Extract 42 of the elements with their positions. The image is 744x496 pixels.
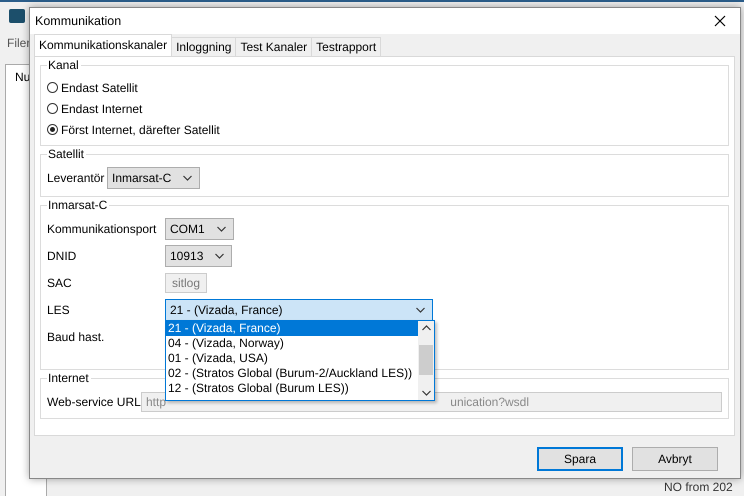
chevron-down-icon bbox=[422, 390, 430, 396]
scrollbar-thumb[interactable] bbox=[419, 345, 433, 375]
field-label: Baud hast. bbox=[47, 330, 106, 344]
dropdown-option[interactable]: 01 - (Vizada, USA) bbox=[166, 350, 418, 366]
tab[interactable]: Kommunikationskanaler bbox=[34, 34, 172, 56]
dropdown-option[interactable]: 21 - (Vizada, France) bbox=[166, 320, 418, 336]
app-logo-icon bbox=[9, 9, 25, 23]
radio-label[interactable]: Först Internet, därefter Satellit bbox=[61, 122, 220, 136]
chevron-down-icon bbox=[183, 174, 192, 180]
dropdown[interactable]: 10913 bbox=[165, 244, 232, 266]
chevron-down-icon bbox=[215, 252, 224, 258]
dropdown-option[interactable]: 04 - (Vizada, Norway) bbox=[166, 336, 418, 350]
dropdown-option[interactable]: 02 - (Stratos Global (Burum-2/Auckland LES)) bbox=[166, 366, 418, 380]
radio-label[interactable]: Endast Internet bbox=[61, 102, 142, 116]
chevron-up-icon bbox=[422, 324, 430, 330]
dropdown[interactable]: COM1 bbox=[165, 218, 234, 240]
tab[interactable]: Testrapport bbox=[311, 37, 382, 56]
group-title: Kanal bbox=[47, 58, 81, 72]
field-label: SAC bbox=[47, 276, 73, 290]
dialog-button[interactable]: Spara bbox=[537, 447, 623, 471]
menu-item[interactable]: Filer bbox=[7, 36, 30, 50]
dialog-button[interactable]: Avbryt bbox=[632, 447, 718, 471]
radio-button[interactable] bbox=[47, 124, 58, 135]
field-label: LES bbox=[47, 302, 71, 316]
radio-button[interactable] bbox=[47, 103, 58, 114]
field-label: Web-service URL bbox=[47, 394, 141, 408]
chevron-down-icon bbox=[216, 226, 226, 232]
field-label: DNID bbox=[47, 248, 78, 262]
window-title: Kommunikation bbox=[35, 14, 122, 28]
radio-label[interactable]: Endast Satellit bbox=[61, 80, 138, 94]
radio-button[interactable] bbox=[47, 82, 58, 93]
scrollbar[interactable] bbox=[418, 320, 434, 400]
tab[interactable]: Inloggning bbox=[171, 37, 236, 56]
group-title: Inmarsat-C bbox=[47, 198, 110, 212]
dropdown[interactable]: Inmarsat-C bbox=[107, 166, 200, 188]
chevron-down-icon bbox=[416, 306, 425, 312]
close-icon bbox=[714, 15, 726, 27]
group-title: Internet bbox=[47, 371, 91, 385]
field-label: Kommunikationsport bbox=[47, 222, 158, 236]
field-label: Leverantör bbox=[47, 170, 106, 184]
background-text: NO from 202 bbox=[664, 480, 733, 494]
group-title: Satellit bbox=[47, 147, 86, 161]
